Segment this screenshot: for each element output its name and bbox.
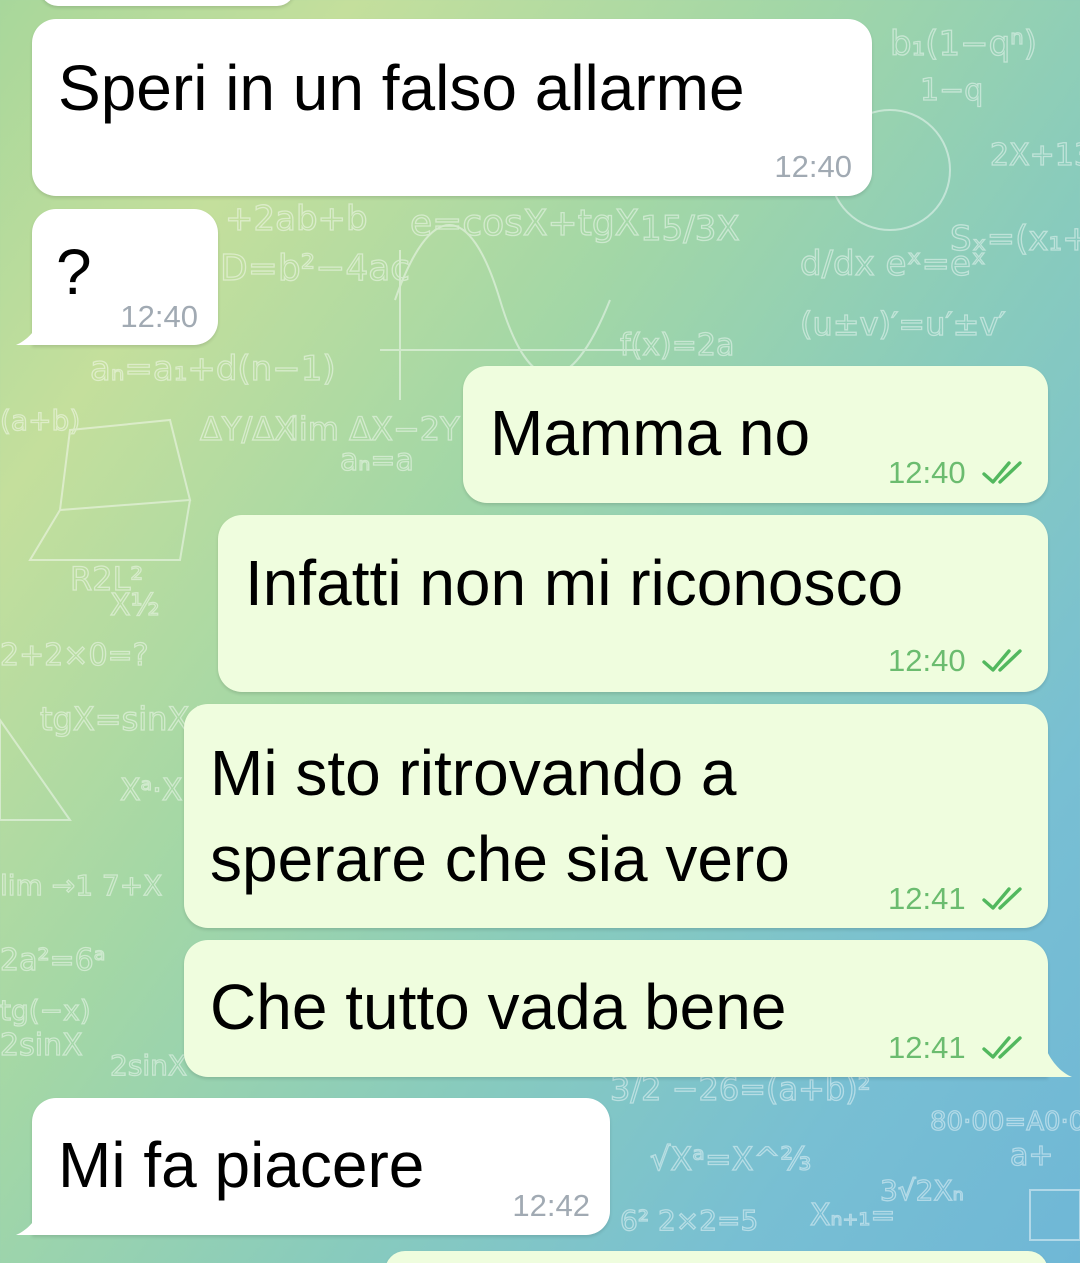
svg-text:R2L²: R2L²: [70, 560, 143, 598]
svg-text:1−q: 1−q: [920, 73, 983, 108]
svg-text:2sinX: 2sinX: [110, 1049, 187, 1082]
svg-text:ΔY/ΔX: ΔY/ΔX: [200, 410, 296, 448]
bubble-tail: [16, 1207, 42, 1235]
svg-text:tg(−x): tg(−x): [0, 994, 91, 1027]
message-bubble-incoming[interactable]: ? 12:40: [32, 209, 218, 345]
message-bubble-partial-top: [40, 0, 295, 6]
svg-text:15/3X: 15/3X: [640, 209, 740, 249]
message-timestamp: 12:41: [888, 1030, 966, 1065]
message-text: Che tutto vada bene: [210, 971, 787, 1043]
svg-text:d/dx eˣ=eˣ: d/dx eˣ=eˣ: [800, 244, 986, 284]
svg-text:+2ab+b: +2ab+b: [225, 199, 368, 239]
message-text: ?: [56, 236, 92, 308]
message-timestamp: 12:41: [888, 881, 966, 916]
svg-text:b₁(1−qⁿ): b₁(1−qⁿ): [890, 24, 1037, 64]
message-timestamp: 12:40: [888, 455, 966, 490]
svg-text:aₙ=a: aₙ=a: [340, 443, 414, 478]
message-bubble-incoming[interactable]: Mi fa piacere 12:42: [32, 1098, 610, 1235]
double-check-icon: [982, 887, 1022, 910]
svg-text:f(x)=2a: f(x)=2a: [620, 328, 734, 363]
svg-text:80·00=A0·0: 80·00=A0·0: [930, 1107, 1080, 1137]
message-text-line-1: Mi sto ritrovando a: [210, 737, 737, 809]
svg-text:√Xᵃ=X^⅔: √Xᵃ=X^⅔: [650, 1140, 811, 1178]
svg-text:aₙ=a₁+d(n−1): aₙ=a₁+d(n−1): [90, 349, 336, 389]
svg-text:D=b²−4ac: D=b²−4ac: [220, 248, 410, 289]
svg-text:X½: X½: [110, 588, 160, 623]
message-bubble-partial-bottom: [385, 1251, 1048, 1263]
bubble-tail: [16, 317, 42, 345]
message-text: Mi fa piacere: [58, 1129, 425, 1201]
svg-text:2+2×0=?: 2+2×0=?: [0, 638, 149, 673]
message-text-line-2: sperare che sia vero: [210, 823, 790, 895]
svg-text:(a+b): (a+b): [0, 404, 80, 437]
svg-text:2X+13: 2X+13: [990, 138, 1080, 173]
message-text: Infatti non mi riconosco: [245, 547, 904, 619]
svg-text:2a²=6ᵃ: 2a²=6ᵃ: [0, 943, 105, 978]
message-bubble-incoming[interactable]: Speri in un falso allarme 12:40: [32, 19, 872, 196]
svg-text:Sₓ=(x₁+: Sₓ=(x₁+: [950, 219, 1080, 259]
svg-text:a+: a+: [1010, 1138, 1054, 1173]
double-check-icon: [982, 1036, 1022, 1059]
message-text: Mamma no: [490, 397, 811, 469]
message-bubble-outgoing[interactable]: Mamma no 12:40: [463, 366, 1048, 503]
svg-text:6² 2×2=5: 6² 2×2=5: [620, 1204, 758, 1237]
svg-text:(u±v)′=u′±v′: (u±v)′=u′±v′: [800, 305, 1006, 343]
svg-text:e=cosX+tgX: e=cosX+tgX: [410, 203, 639, 244]
message-bubble-outgoing[interactable]: Infatti non mi riconosco 12:40: [218, 515, 1048, 692]
svg-text:Xᵃ·X: Xᵃ·X: [120, 773, 182, 808]
svg-text:lim ΔX−2Y: lim ΔX−2Y: [290, 410, 460, 448]
svg-text:3√2Xₙ: 3√2Xₙ: [880, 1174, 964, 1207]
svg-text:lim →1 7+X: lim →1 7+X: [0, 869, 162, 902]
message-text: Speri in un falso allarme: [58, 52, 745, 124]
message-timestamp: 12:40: [774, 149, 852, 184]
bubble-tail: [1046, 1049, 1072, 1077]
message-timestamp: 12:40: [888, 643, 966, 678]
svg-text:Xₙ₊₁=: Xₙ₊₁=: [810, 1198, 896, 1233]
message-bubble-outgoing[interactable]: Mi sto ritrovando a sperare che sia vero…: [184, 704, 1048, 928]
double-check-icon: [982, 649, 1022, 672]
message-timestamp: 12:40: [120, 299, 198, 334]
message-bubble-outgoing[interactable]: Che tutto vada bene 12:41: [184, 940, 1048, 1077]
svg-text:2sinX: 2sinX: [0, 1028, 83, 1063]
double-check-icon: [982, 461, 1022, 484]
message-timestamp: 12:42: [512, 1188, 590, 1223]
